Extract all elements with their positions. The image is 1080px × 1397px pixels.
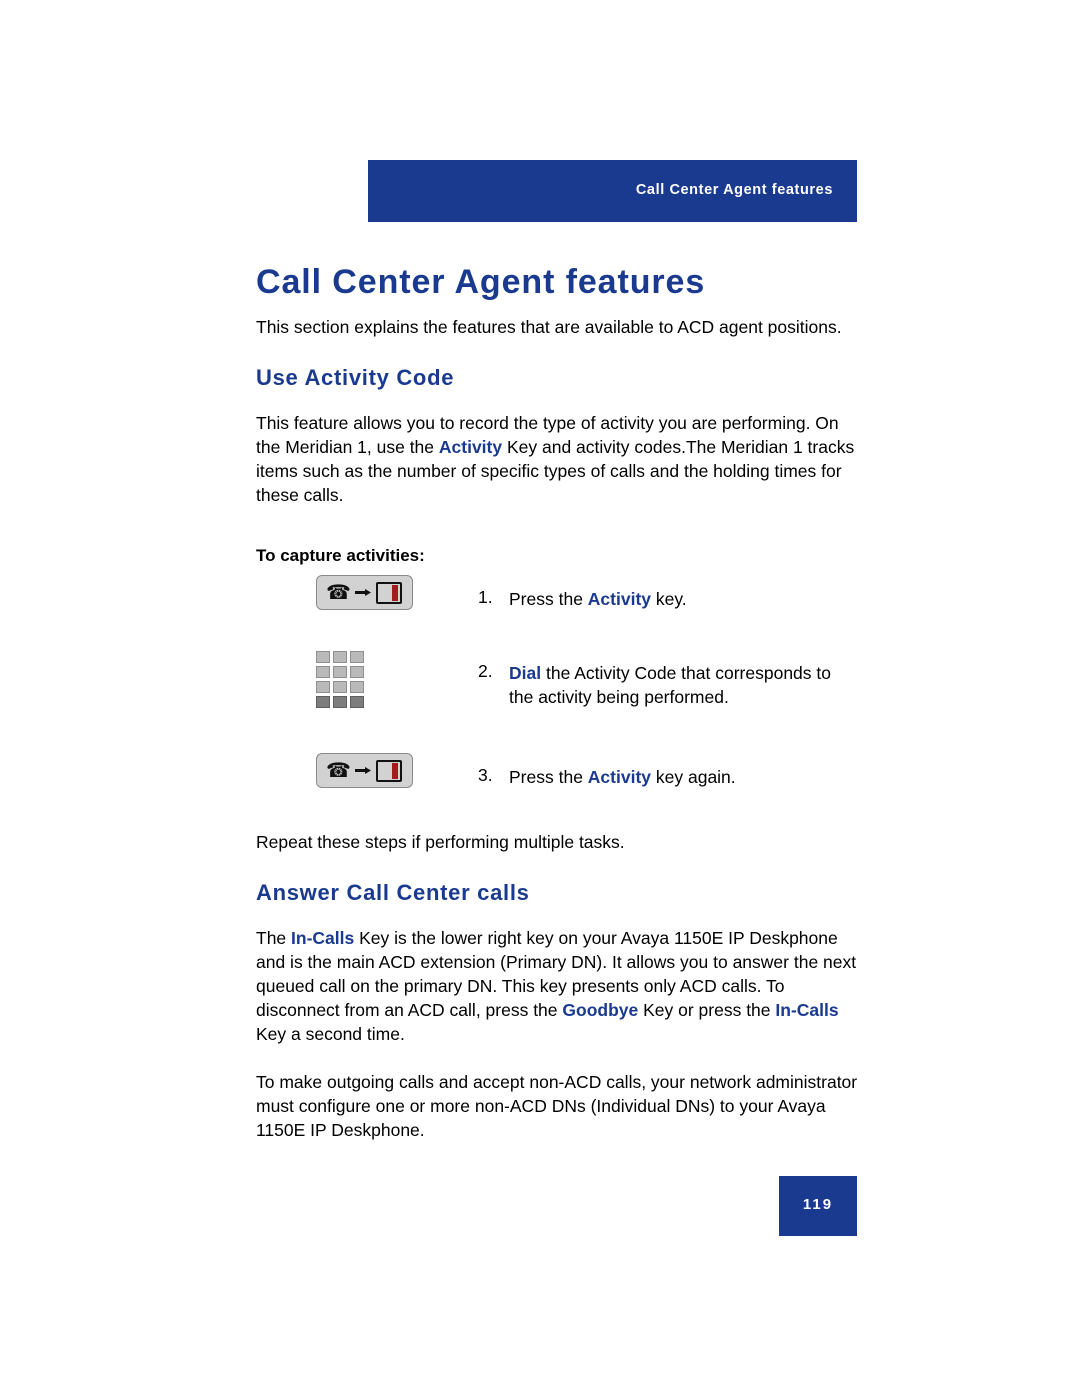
step-text: Press the Activity key. (509, 587, 859, 611)
page-number-badge: 119 (779, 1176, 857, 1236)
activity-key-icon: ☎ (316, 575, 416, 625)
step-number: 3. (478, 765, 493, 785)
content-block: This section explains the features that … (256, 315, 856, 583)
activity-key-icon: ☎ (316, 753, 416, 803)
to-capture-activities-label: To capture activities: (256, 546, 425, 565)
acc-part-4: Key a second time. (256, 1024, 405, 1044)
step-row-3: ☎ 3. Press the Activity key again. (256, 753, 856, 813)
answer-calls-paragraph-1: The In-Calls Key is the lower right key … (256, 926, 866, 1046)
acc-keyword-incalls-1: In-Calls (291, 928, 355, 948)
running-header-bar: Call Center Agent features (368, 160, 857, 222)
step-row-2: 2. Dial the Activity Code that correspon… (256, 649, 856, 739)
step1-part-1: Press the (509, 589, 588, 609)
step-number: 1. (478, 587, 493, 607)
step2-keyword: Dial (509, 663, 542, 683)
running-header-text: Call Center Agent features (635, 182, 833, 198)
use-activity-code-paragraph: This feature allows you to record the ty… (256, 411, 856, 507)
step-text: Dial the Activity Code that corresponds … (509, 661, 859, 709)
arrow-right-icon (355, 589, 371, 596)
arrow-right-icon (355, 767, 371, 774)
keypad-icon (316, 651, 416, 708)
step-row-1: ☎ 1. Press the Activity key. (256, 575, 856, 635)
step-text: Press the Activity key again. (509, 765, 859, 789)
uac-keyword-activity: Activity (438, 437, 503, 457)
section-heading-use-activity-code: Use Activity Code (256, 365, 455, 390)
acc-part-3: Key or press the (638, 1000, 776, 1020)
intro-paragraph: This section explains the features that … (256, 317, 842, 337)
acc-keyword-incalls-2: In-Calls (775, 1000, 839, 1020)
section-heading-answer-call-center-calls: Answer Call Center calls (256, 880, 530, 905)
key-glyph (376, 760, 402, 782)
steps-list: ☎ 1. Press the Activity key. 2. Dial the… (256, 575, 856, 827)
answer-calls-paragraph-2: To make outgoing calls and accept non-AC… (256, 1072, 858, 1140)
step3-part-1: Press the (509, 767, 588, 787)
page-number: 119 (802, 1196, 834, 1213)
acc-keyword-goodbye: Goodbye (562, 1000, 639, 1020)
handset-glyph: ☎ (326, 582, 351, 604)
key-glyph (376, 582, 402, 604)
step2-part-2: the Activity Code that corresponds to th… (509, 663, 831, 707)
step3-keyword: Activity (587, 767, 652, 787)
repeat-steps-paragraph: Repeat these steps if performing multipl… (256, 832, 625, 852)
lower-content-block: Repeat these steps if performing multipl… (256, 830, 866, 1142)
step1-keyword: Activity (587, 589, 652, 609)
handset-glyph: ☎ (326, 760, 351, 782)
acc-part-1: The (256, 928, 292, 948)
step3-part-2: key again. (651, 767, 736, 787)
page-title: Call Center Agent features (256, 262, 706, 301)
step1-part-2: key. (651, 589, 687, 609)
step-number: 2. (478, 661, 493, 681)
